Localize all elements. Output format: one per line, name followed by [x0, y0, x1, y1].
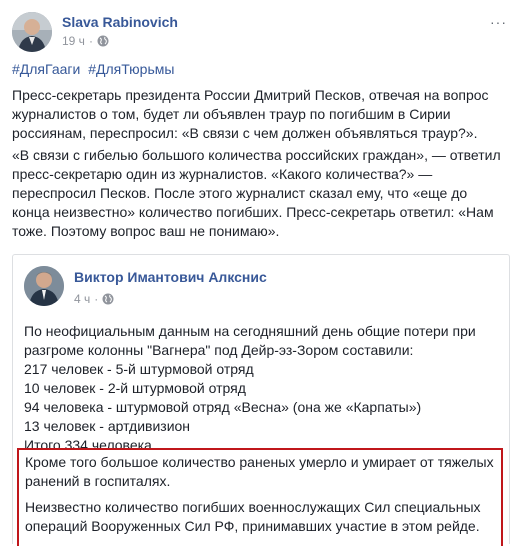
meta-separator: ·: [94, 292, 99, 306]
highlight-box: Кроме того большое количество раненых ум…: [17, 448, 503, 546]
post-paragraph: «В связи с гибелью большого количества р…: [12, 147, 501, 239]
text-line: По неофициальным данным на сегодняшний д…: [24, 323, 476, 339]
text-line: 13 человек - артдивизион: [24, 418, 191, 434]
shared-post-text: По неофициальным данным на сегодняшний д…: [24, 322, 500, 455]
meta-separator: ·: [88, 34, 93, 48]
post-timestamp[interactable]: 19 ч: [62, 34, 85, 48]
post-meta: 19 ч ·: [62, 34, 109, 48]
shared-post[interactable]: Виктор Имантович Алкснис 4 ч · По неофиц…: [12, 254, 510, 546]
avatar[interactable]: [24, 266, 64, 306]
text-line: разгроме колонны "Вагнера" под Дейр-эз-З…: [24, 342, 414, 358]
avatar[interactable]: [12, 12, 52, 52]
hashtags: #ДляГааги #ДляТюрьмы: [12, 61, 178, 77]
more-icon[interactable]: ···: [490, 14, 507, 30]
globe-icon[interactable]: [97, 35, 109, 47]
shared-post-timestamp[interactable]: 4 ч: [74, 292, 90, 306]
hashtag-link[interactable]: #ДляТюрьмы: [88, 61, 174, 77]
globe-icon[interactable]: [102, 293, 114, 305]
post-paragraph: Пресс-секретарь президента России Дмитри…: [12, 87, 489, 141]
text-line: 94 человека - штурмовой отряд «Весна» (о…: [24, 399, 422, 415]
shared-post-author-name[interactable]: Виктор Имантович Алкснис: [74, 269, 267, 285]
facebook-post: Slava Rabinovich 19 ч · ··· #ДляГааги #Д…: [0, 0, 519, 546]
text-line: 10 человек - 2-й штурмовой отряд: [24, 380, 246, 396]
highlight-paragraph: Неизвестно количество погибших военнослу…: [25, 499, 481, 534]
hashtag-link[interactable]: #ДляГааги: [12, 61, 80, 77]
shared-post-meta: 4 ч ·: [74, 292, 114, 306]
post-author-name[interactable]: Slava Rabinovich: [62, 14, 178, 30]
text-line: 217 человек - 5-й штурмовой отряд: [24, 361, 254, 377]
highlight-paragraph: Кроме того большое количество раненых ум…: [25, 454, 494, 489]
